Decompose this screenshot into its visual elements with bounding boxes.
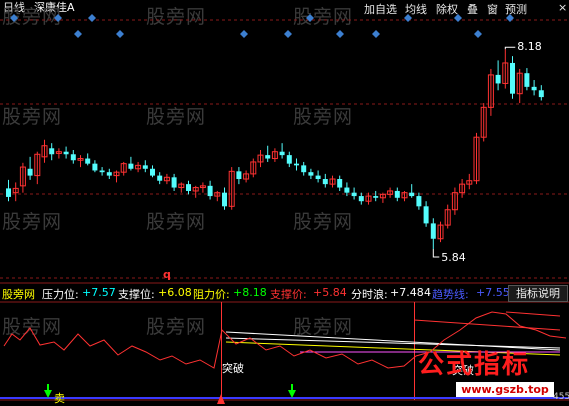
diamond-marker <box>372 30 380 38</box>
resistance-value: +8.18 <box>233 286 267 299</box>
candle-body-down <box>150 168 155 176</box>
lower-axis-tick: 455 <box>553 392 569 402</box>
signal-vline <box>414 302 415 400</box>
candle-body-down <box>236 171 242 180</box>
diamond-marker <box>240 30 248 38</box>
low-pointer <box>432 248 440 258</box>
breakout-label: 突破 <box>222 362 244 375</box>
diamond-marker <box>404 14 412 22</box>
candle-body-down <box>495 74 501 84</box>
candle-body-down <box>416 196 422 207</box>
candle-body-down <box>315 175 321 180</box>
trend-line-label: 趋势线: <box>432 288 469 301</box>
diamond-marker <box>54 14 62 22</box>
candle-body-down <box>142 165 148 169</box>
low-price-label: 5.84 <box>441 250 466 264</box>
candle-body-down <box>85 158 91 164</box>
candle-body-down <box>373 196 379 198</box>
candle-body-down <box>63 151 69 155</box>
candle-body-down <box>394 190 400 198</box>
intraday-wave-label: 分时浪: <box>351 288 388 301</box>
green-arrow <box>44 390 52 398</box>
green-arrow-stem <box>47 384 49 390</box>
candle-body-down <box>128 163 134 169</box>
candle-body-down <box>222 192 227 207</box>
support-label: 支撑位: <box>118 288 155 301</box>
candle-body-down <box>524 73 530 87</box>
diamond-marker <box>454 14 462 22</box>
indicator-help-button[interactable]: 指标说明 <box>508 285 568 302</box>
grid-lines <box>0 19 569 401</box>
axis-tail: 4 <box>424 286 431 299</box>
diamond-marker <box>10 14 18 22</box>
upper-band <box>413 319 561 331</box>
upper-band <box>505 311 561 317</box>
support-price-label: 支撑价: <box>270 288 307 301</box>
green-arrow <box>288 390 296 398</box>
candle-body-down <box>106 172 112 176</box>
chart-stage: 日线 深康佳A 加自选 均线 除权 叠 窗 预测 × 股旁网 股旁网 股旁网 股… <box>0 0 569 405</box>
candle-body-down <box>27 168 33 176</box>
candle-body-down <box>531 86 537 91</box>
formula-stamp: 公式指标 <box>418 350 531 380</box>
diamond-marker <box>88 14 96 22</box>
candle-body-down <box>301 165 307 173</box>
diamond-marker <box>284 30 292 38</box>
candle-body-down <box>538 90 544 98</box>
candle-body-down <box>70 154 76 161</box>
signal-diamonds <box>10 14 514 38</box>
support-value: +6.08 <box>158 286 192 299</box>
candle-body-down <box>279 151 285 156</box>
intraday-wave-value: +7.48 <box>390 286 424 299</box>
diamond-marker <box>506 14 514 22</box>
site-url-badge[interactable]: www.gszb.top <box>456 382 554 397</box>
pressure-label: 压力位: <box>42 288 79 301</box>
candle-body-down <box>322 179 328 185</box>
candle-body-down <box>286 155 292 164</box>
candle-body-down <box>308 172 314 176</box>
candle-body-down <box>157 175 163 181</box>
signal-vline <box>221 302 222 400</box>
candle-body-down <box>265 155 271 159</box>
trend-line-value: +7.55 <box>476 286 510 299</box>
high-pointer <box>504 46 516 50</box>
candle-body-down <box>92 163 98 171</box>
candle-body-down <box>351 192 357 197</box>
high-price-label: 8.18 <box>517 40 542 54</box>
candle-body-down <box>423 206 429 224</box>
candle-body-down <box>99 170 105 173</box>
candle-body-down <box>186 184 191 191</box>
green-arrow-stem <box>291 384 293 390</box>
candle-body-down <box>409 192 415 197</box>
q-marker: q <box>163 268 171 281</box>
candle-body-down <box>510 62 515 94</box>
resistance-label: 阻力价: <box>193 288 230 301</box>
diamond-marker <box>336 30 344 38</box>
candle-body-down <box>358 196 364 202</box>
diamond-marker <box>306 14 314 22</box>
pressure-value: +7.57 <box>82 286 116 299</box>
candle-body-down <box>344 187 350 193</box>
candle-body-down <box>6 188 11 197</box>
diamond-marker <box>474 30 482 38</box>
candle-body-down <box>337 179 343 188</box>
diamond-marker <box>116 30 124 38</box>
candle-body-down <box>207 185 213 197</box>
support-price-value: +5.84 <box>313 286 347 299</box>
indicator-title: 股旁网 <box>2 288 35 301</box>
candle-body-down <box>171 177 177 188</box>
diamond-marker <box>74 30 82 38</box>
candle-body-down <box>430 223 436 239</box>
candle-series <box>6 49 544 249</box>
candle-body-down <box>294 163 299 166</box>
candle-body-down <box>49 148 55 155</box>
